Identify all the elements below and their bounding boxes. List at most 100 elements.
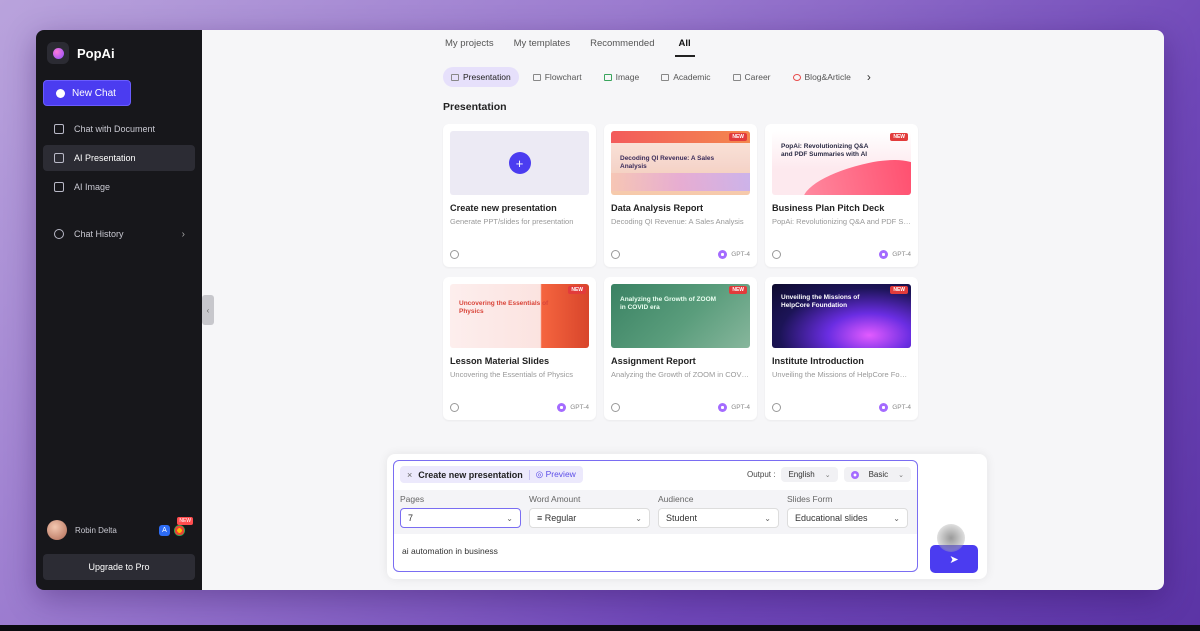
category-blog-article[interactable]: Blog&Article <box>785 67 859 87</box>
card-title: Assignment Report <box>611 356 696 366</box>
top-tabs: My projects My templates Recommended All <box>445 38 695 57</box>
word-amount-select[interactable]: ≡ Regular ⌄ <box>529 508 650 528</box>
academic-icon <box>661 73 670 81</box>
category-academic[interactable]: Academic <box>653 67 718 87</box>
slides-form-select[interactable]: Educational slides ⌄ <box>787 508 908 528</box>
slides-form-field: Slides Form Educational slides ⌄ <box>787 494 908 528</box>
sidebar-item-ai-presentation[interactable]: AI Presentation <box>43 145 195 171</box>
new-badge: NEW <box>890 133 908 141</box>
flowchart-icon <box>532 73 541 81</box>
collapse-sidebar-handle[interactable]: ‹ <box>202 295 214 325</box>
model-badge: GPT-4 <box>718 250 750 259</box>
globe-icon <box>450 250 459 259</box>
sidebar-item-ai-image[interactable]: AI Image <box>43 174 195 200</box>
pages-value: 7 <box>408 513 414 523</box>
app-store-icon[interactable]: A <box>159 524 170 536</box>
options-row: Pages 7 ⌄ Word Amount ≡ Regular ⌄ Audience… <box>394 490 917 534</box>
sidebar: PopAi New Chat Chat with Document AI Pre… <box>36 30 202 590</box>
card-thumbnail: + <box>450 131 589 195</box>
plus-icon <box>56 88 65 98</box>
logo[interactable]: PopAi <box>43 40 195 80</box>
pin-icon <box>792 73 801 81</box>
tab-my-templates[interactable]: My templates <box>514 38 571 57</box>
thumbnail-text: Decoding QI Revenue: A Sales Analysis <box>620 155 715 170</box>
close-icon[interactable]: × <box>407 470 412 480</box>
category-label: Career <box>744 72 771 82</box>
tab-recommended[interactable]: Recommended <box>590 38 654 57</box>
sidebar-item-chat-with-document[interactable]: Chat with Document <box>43 116 195 142</box>
category-label: Image <box>615 72 640 82</box>
category-presentation[interactable]: Presentation <box>443 67 519 87</box>
thumbnail-text: Unveiling the Missions of HelpCore Found… <box>781 294 860 309</box>
globe-icon <box>450 403 459 412</box>
language-value: English <box>788 470 815 479</box>
mode-select[interactable]: Basic ⌄ <box>843 467 911 482</box>
card-subtitle: Analyzing the Growth of ZOOM in COVID er… <box>611 370 750 379</box>
word-amount-value-wrap: ≡ Regular <box>537 513 577 523</box>
chevron-down-icon: ⌄ <box>764 513 771 523</box>
template-grid: + Create new presentation Generate PPT/s… <box>443 124 918 420</box>
category-career[interactable]: Career <box>725 67 779 87</box>
chrome-icon[interactable] <box>174 524 185 536</box>
gpt-icon <box>850 470 859 479</box>
card-thumbnail: NEW Decoding QI Revenue: A Sales Analysi… <box>611 131 750 195</box>
composer: × Create new presentation ◎ Preview Outp… <box>387 454 987 579</box>
template-card-assignment-report[interactable]: NEW Analyzing the Growth of ZOOM in COVI… <box>604 277 757 420</box>
category-label: Presentation <box>463 72 511 82</box>
new-badge: NEW <box>177 516 193 525</box>
card-footer: GPT-4 <box>772 250 911 259</box>
category-flowchart[interactable]: Flowchart <box>525 67 590 87</box>
gpt-icon <box>879 403 889 412</box>
app-links: A NEW <box>159 516 193 536</box>
new-badge: NEW <box>729 133 747 141</box>
card-thumbnail: NEW Analyzing the Growth of ZOOM in COVI… <box>611 284 750 348</box>
sidebar-bottom: Robin Delta A NEW Upgrade to Pro <box>43 516 195 580</box>
section-title: Presentation <box>443 101 507 113</box>
new-chat-button[interactable]: New Chat <box>43 80 131 106</box>
mouse-cursor <box>937 524 965 552</box>
chevron-down-icon: ⌄ <box>824 471 831 479</box>
audience-label: Audience <box>658 494 694 504</box>
template-card-institute-intro[interactable]: NEW Unveiling the Missions of HelpCore F… <box>765 277 918 420</box>
sidebar-item-label: AI Image <box>74 182 111 192</box>
audience-select[interactable]: Student ⌄ <box>658 508 779 528</box>
briefcase-icon <box>732 73 741 81</box>
template-card-lesson-material[interactable]: NEW Uncovering the Essentials of Physics… <box>443 277 596 420</box>
card-subtitle: Unveiling the Missions of HelpCore Found… <box>772 370 911 379</box>
preview-button[interactable]: ◎ Preview <box>536 469 576 480</box>
template-card-business-plan[interactable]: NEW PopAi: Revolutionizing Q&A and PDF S… <box>765 124 918 267</box>
tab-my-projects[interactable]: My projects <box>445 38 494 57</box>
card-title: Create new presentation <box>450 203 557 213</box>
card-title: Business Plan Pitch Deck <box>772 203 885 213</box>
card-thumbnail: NEW PopAi: Revolutionizing Q&A and PDF S… <box>772 131 911 195</box>
prompt-input[interactable]: ai automation in business <box>400 546 911 556</box>
word-amount-label: Word Amount <box>529 494 581 504</box>
main-content: My projects My templates Recommended All… <box>202 30 1164 590</box>
category-image[interactable]: Image <box>596 67 648 87</box>
word-amount-field: Word Amount ≡ Regular ⌄ <box>529 494 650 528</box>
card-footer: GPT-4 <box>450 403 589 412</box>
sidebar-item-chat-history[interactable]: Chat History › <box>43 221 195 247</box>
slides-form-value: Educational slides <box>795 513 868 523</box>
language-select[interactable]: English ⌄ <box>781 467 838 482</box>
pages-select[interactable]: 7 ⌄ <box>400 508 521 528</box>
app-name: PopAi <box>77 45 115 61</box>
upgrade-button[interactable]: Upgrade to Pro <box>43 554 195 580</box>
model-badge: GPT-4 <box>879 403 911 412</box>
chevron-right-icon: › <box>181 228 185 240</box>
composer-box: × Create new presentation ◎ Preview Outp… <box>393 460 918 572</box>
globe-icon <box>772 250 781 259</box>
user-profile[interactable]: Robin Delta A NEW <box>43 516 195 554</box>
chevron-right-icon[interactable]: › <box>867 70 871 84</box>
tab-all[interactable]: All <box>674 38 695 57</box>
template-card-data-analysis[interactable]: NEW Decoding QI Revenue: A Sales Analysi… <box>604 124 757 267</box>
new-badge: NEW <box>890 286 908 294</box>
category-label: Blog&Article <box>804 72 851 82</box>
template-card-create[interactable]: + Create new presentation Generate PPT/s… <box>443 124 596 267</box>
app-window: PopAi New Chat Chat with Document AI Pre… <box>36 30 1164 590</box>
slides-form-label: Slides Form <box>787 494 833 504</box>
new-chat-label: New Chat <box>72 87 116 99</box>
model-label: GPT-4 <box>731 404 750 411</box>
composer-header: × Create new presentation ◎ Preview Outp… <box>400 466 911 483</box>
sidebar-item-label: Chat with Document <box>74 124 156 134</box>
